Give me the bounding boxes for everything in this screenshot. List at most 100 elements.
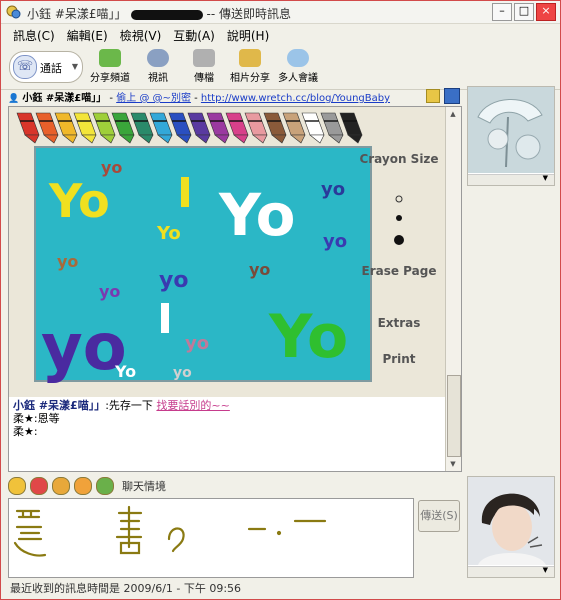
send-button[interactable]: 傳送(S) [418,500,460,532]
contact-avatar-image [468,87,554,173]
maximize-button[interactable]: □ [514,3,534,21]
contact-name: 小鈺 #呆漾£喵」」 [22,93,107,104]
share-channel-button[interactable]: 分享頻道 [87,49,133,84]
size-large-option[interactable] [394,235,404,245]
yo-doodle: Yo [114,362,136,381]
contact-card-icon[interactable] [444,88,460,104]
menu-edit[interactable]: 編輯(E) [63,24,112,44]
message-input[interactable] [8,498,414,578]
yo-doodle: Yo [156,223,181,244]
message-row: 小鈺 #呆漾£喵」」:先存一下 找要話別的~~ [13,399,443,412]
status-bar-text: 最近收到的訊息時間是 2009/6/1 - 下午 09:56 [10,582,242,595]
title-suffix: -- 傳送即時訊息 [206,7,291,21]
menu-bar: 訊息(C) 編輯(E) 檢視(V) 互動(A) 說明(H) [1,24,560,44]
window-title: 小鈺 #呆漾£喵」」 -- 傳送即時訊息 [27,5,291,22]
handwriting-ink [13,505,327,557]
share-channel-label: 分享頻道 [90,73,130,84]
emote-toolbar: 聊天情境 [8,475,166,497]
send-file-label: 傳檔 [194,73,214,84]
font-icon[interactable] [52,477,70,495]
yo-doodle: yo [323,231,347,252]
wink-icon[interactable] [30,477,48,495]
chat-scene-label[interactable]: 聊天情境 [122,478,166,494]
doodle-stroke [161,303,169,333]
yo-doodle: yo [249,260,270,279]
nudge-icon[interactable] [74,477,92,495]
file-icon [193,49,215,67]
scroll-thumb[interactable] [447,375,461,457]
chat-scene-icon[interactable] [96,477,114,495]
minimize-button[interactable]: – [492,3,512,21]
mail-icon[interactable] [426,89,440,103]
print-button[interactable]: Print [382,352,415,366]
crayon-size-label: Crayon Size [359,152,438,166]
video-button[interactable]: 視訊 [135,49,181,84]
scroll-down-arrow[interactable]: ▼ [447,458,459,470]
erase-page-button[interactable]: Erase Page [362,264,437,278]
message-sender: 柔★ [13,425,34,438]
avatar-menu-bar[interactable]: ▼ [468,174,554,185]
yo-doodle: yo [159,268,188,293]
send-file-button[interactable]: 傳檔 [181,49,227,84]
menu-actions[interactable]: 互動(A) [169,24,219,44]
phone-icon: ☏ [13,55,37,79]
contact-status-icon: 👤 [8,94,20,104]
photo-share-label: 相片分享 [230,73,270,84]
photo-share-button[interactable]: 相片分享 [227,49,273,84]
menu-message[interactable]: 訊息(C) [9,24,59,44]
conversation-scrollbar[interactable]: ▲ ▼ [445,107,461,471]
message-row: 柔★:恩等 [13,412,443,425]
yo-doodle: Yo [48,174,110,228]
message-text: 先存一下 [108,399,153,412]
my-display-picture[interactable]: ▼ [467,476,555,578]
yo-doodle: yo [185,333,209,354]
webcam-icon [147,49,169,67]
emoticon-icon[interactable] [8,477,26,495]
message-text: 恩等 [37,412,60,425]
message-sender: 柔★ [13,412,34,425]
message-link[interactable]: 找要話別的~~ [156,399,229,412]
separator: - [190,93,201,104]
yo-doodle: yo [173,365,192,381]
scroll-up-arrow[interactable]: ▲ [447,108,459,120]
message-row: 柔★: [13,425,443,438]
chevron-down-icon[interactable]: ▼ [543,174,548,182]
contact-status-message[interactable]: 偷上 @ @~別密 [116,93,191,104]
doodle-stroke [181,177,189,207]
chevron-down-icon[interactable]: ▼ [543,566,548,574]
chevron-down-icon[interactable]: ▼ [72,62,78,71]
yo-doodle: yo [321,179,345,200]
separator: - [106,93,117,104]
call-label: 通話 [40,62,62,75]
message-separator: : [33,425,38,438]
conversation-pane[interactable]: Yo Yo yo Yo yo yo yo Yo yo yo yo yo Yo yo yo Crayon Si… [8,106,462,472]
group-chat-button[interactable]: 多人會議 [275,49,321,84]
redacted-email [130,9,203,20]
contact-info-bar: 👤 小鈺 #呆漾£喵」」 - 偷上 @ @~別密 - http://www.wr… [8,89,464,105]
title-contact-name: 小鈺 #呆漾£喵」」 [27,7,127,21]
puzzle-icon [99,49,121,67]
call-button[interactable]: ☏ 通話 ▼ [9,51,83,83]
group-chat-label: 多人會議 [278,73,318,84]
size-medium-option[interactable] [396,215,402,221]
extras-button[interactable]: Extras [378,316,421,330]
yo-doodle: yo [41,311,127,385]
my-avatar-image [468,477,554,565]
drawing-board: YoYoyoYoyoyoyoYoyoyo yoyoYo yoyo Crayon Si… [9,107,445,397]
close-button[interactable]: × [536,3,556,21]
yo-doodle: yo [101,158,122,177]
menu-view[interactable]: 檢視(V) [116,24,166,44]
yo-doodle: Yo [218,181,296,249]
contact-blog-link[interactable]: http://www.wretch.cc/blog/YoungBaby [201,93,390,104]
avatar-menu-bar[interactable]: ▼ [468,566,554,577]
photo-icon [239,49,261,67]
contact-display-picture[interactable]: ▼ [467,86,555,186]
message-sender: 小鈺 #呆漾£喵」」 [13,399,106,412]
video-label: 視訊 [148,73,168,84]
people-icon [287,49,309,67]
yo-doodle: Yo [268,302,348,372]
menu-help[interactable]: 說明(H) [223,24,273,44]
message-list: 小鈺 #呆漾£喵」」:先存一下 找要話別的~~ 柔★:恩等 柔★: [13,399,443,438]
title-bar[interactable]: 小鈺 #呆漾£喵」」 -- 傳送即時訊息 – □ × [1,1,560,24]
yo-doodle: yo [57,252,78,271]
